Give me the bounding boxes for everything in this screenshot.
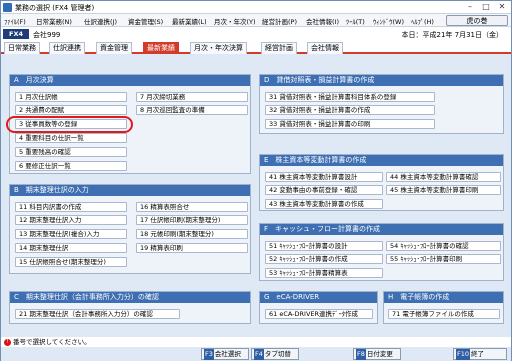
- item-41[interactable]: 41 株主資本等変動計算書設計: [265, 172, 383, 182]
- today-date: 本日：平成21年 7月31日（金）: [401, 31, 504, 39]
- menu-bar: ﾌｧｲﾙ(F) 日常業務(N) 仕訳連携(J) 資金管理(S) 最新業績(L) …: [1, 14, 511, 27]
- f8-date-change-button[interactable]: F8 日付変更: [353, 348, 401, 360]
- item-12[interactable]: 12 期末整理仕訳入力: [15, 215, 127, 225]
- minimize-icon[interactable]: –: [463, 2, 477, 12]
- window-title: 業務の選択 (FX4 管理者): [15, 4, 95, 12]
- item-7[interactable]: 7 月次締切業務: [136, 92, 248, 102]
- item-1[interactable]: 1 月次仕訳帳: [15, 92, 127, 102]
- section-g-header: G eCA-DRIVER: [260, 292, 377, 303]
- f4-label: タブ切替: [264, 350, 291, 358]
- f10-exit-button[interactable]: F10 終了: [453, 348, 507, 360]
- f3-key-label: F3: [204, 349, 214, 360]
- f3-company-select-button[interactable]: F3 会社選択: [201, 348, 249, 360]
- item-14[interactable]: 14 期末整理仕訳: [15, 243, 127, 253]
- menu-plan[interactable]: 経営計画(P): [262, 16, 297, 26]
- item-54[interactable]: 54 ｷｬｯｼｭ･ﾌﾛｰ計算書の確認: [386, 241, 501, 251]
- highlight-circle: [6, 116, 133, 133]
- menu-file[interactable]: ﾌｧｲﾙ(F): [4, 16, 26, 26]
- item-45[interactable]: 45 株主資本等変動計算書印刷: [386, 185, 501, 195]
- tab-bar: 日常業務 仕訳連携 資金管理 最新業績 月次・年次決算 経営計画 会社情報: [1, 41, 511, 54]
- item-32[interactable]: 32 貸借対照表・損益計算書の作成: [265, 105, 435, 115]
- item-71[interactable]: 71 電子帳簿ファイルの作成: [388, 309, 500, 319]
- function-key-bar: F3 会社選択 F4 タブ切替 F8 日付変更 F10 終了: [1, 347, 511, 361]
- item-43[interactable]: 43 株主資本等変動計算書の作成: [265, 199, 383, 209]
- section-h-header: H 電子帳簿の作成: [384, 292, 503, 303]
- tab-journal[interactable]: 仕訳連携: [49, 42, 85, 54]
- close-icon[interactable]: ✕: [495, 2, 509, 12]
- tab-company[interactable]: 会社情報: [307, 42, 343, 54]
- item-19[interactable]: 19 精算表印刷: [136, 243, 248, 253]
- menu-tools[interactable]: ﾂｰﾙ(T): [346, 16, 365, 26]
- section-c-office-entries: C 期末整理仕訳（会計事務所入力分）の確認: [9, 291, 251, 324]
- application-window: 業務の選択 (FX4 管理者) – □ ✕ ﾌｧｲﾙ(F) 日常業務(N) 仕訳…: [0, 0, 512, 361]
- section-a-header: A 月次決算: [10, 75, 250, 86]
- section-h-e-books: H 電子帳簿の作成: [383, 291, 504, 324]
- item-2[interactable]: 2 共通費の配賦: [15, 105, 127, 115]
- tora-no-maki-button[interactable]: 虎の巻: [446, 15, 508, 26]
- item-11[interactable]: 11 科目内訳書の作成: [15, 202, 127, 212]
- menu-window[interactable]: ｳｨﾝﾄﾞｳ(W): [373, 16, 404, 26]
- f3-label: 会社選択: [214, 350, 241, 358]
- maximize-icon[interactable]: □: [479, 2, 493, 12]
- title-bar: 業務の選択 (FX4 管理者) – □ ✕: [1, 1, 511, 14]
- item-55[interactable]: 55 ｷｬｯｼｭ･ﾌﾛｰ計算書印刷: [386, 254, 501, 264]
- f10-label: 終了: [471, 350, 485, 358]
- section-e-header: E 株主資本等変動計算書の作成: [260, 155, 503, 166]
- tab-funds[interactable]: 資金管理: [96, 42, 132, 54]
- item-13[interactable]: 13 期末整理仕訳(複合)入力: [15, 229, 127, 239]
- item-4[interactable]: 4 重要科目の仕訳一覧: [15, 133, 127, 143]
- tab-latest[interactable]: 最新業績: [143, 42, 179, 54]
- section-f-header: F キャッシュ・フロー計算書の作成: [260, 224, 503, 235]
- item-15[interactable]: 15 仕訳帳照合せ(期末整理分): [15, 257, 127, 267]
- section-d-header: D 貸借対照表・損益計算書の作成: [260, 75, 503, 86]
- item-31[interactable]: 31 貸借対照表・損益計算書科目体系の登録: [265, 92, 435, 102]
- item-18[interactable]: 18 元帳印刷(期末整理分): [136, 229, 248, 239]
- item-8[interactable]: 8 月次巡回監査の準備: [136, 105, 248, 115]
- section-b-header: B 期末整理仕訳の入力: [10, 185, 250, 196]
- menu-latest[interactable]: 最新業績(L): [172, 16, 207, 26]
- f8-label: 日付変更: [366, 350, 393, 358]
- menu-help[interactable]: ﾍﾙﾌﾟ(H): [411, 16, 434, 26]
- item-17[interactable]: 17 仕訳帳印刷(期末整理分): [136, 215, 248, 225]
- item-51[interactable]: 51 ｷｬｯｼｭ･ﾌﾛｰ計算書の設計: [265, 241, 383, 251]
- tab-monthly[interactable]: 月次・年次決算: [190, 42, 247, 54]
- menu-company[interactable]: 会社情報(I): [306, 16, 339, 26]
- item-21[interactable]: 21 期末整理仕訳（会計事務所入力分）の確認: [15, 309, 180, 319]
- f10-key-label: F10: [456, 349, 471, 360]
- company-name: 会社999: [33, 31, 61, 39]
- fx4-logo: FX4: [3, 29, 29, 39]
- tab-plan[interactable]: 経営計画: [261, 42, 297, 54]
- item-42[interactable]: 42 変動事由の事前登録・確認: [265, 185, 383, 195]
- section-c-header: C 期末整理仕訳（会計事務所入力分）の確認: [10, 292, 250, 303]
- item-52[interactable]: 52 ｷｬｯｼｭ･ﾌﾛｰ計算書の作成: [265, 254, 383, 264]
- section-g-eca-driver: G eCA-DRIVER: [259, 291, 378, 324]
- warning-icon: !: [4, 338, 11, 346]
- f4-tab-switch-button[interactable]: F4 タブ切替: [251, 348, 299, 360]
- f8-key-label: F8: [356, 349, 366, 360]
- item-44[interactable]: 44 株主資本等変動計算書確認: [386, 172, 501, 182]
- status-bar: ! 番号で選択してください。: [1, 337, 511, 347]
- item-16[interactable]: 16 精算表照合せ: [136, 202, 248, 212]
- app-icon: [3, 3, 12, 12]
- item-33[interactable]: 33 貸借対照表・損益計算書の印刷: [265, 119, 435, 129]
- item-5[interactable]: 5 重要残高の確認: [15, 147, 127, 157]
- status-message: 番号で選択してください。: [13, 338, 91, 346]
- menu-daily[interactable]: 日常業務(N): [36, 16, 72, 26]
- f4-key-label: F4: [254, 349, 264, 360]
- item-6[interactable]: 6 要修正仕訳一覧: [15, 161, 127, 171]
- tab-daily[interactable]: 日常業務: [4, 42, 40, 54]
- item-53[interactable]: 53 ｷｬｯｼｭ･ﾌﾛｰ計算書精算表: [265, 268, 383, 278]
- menu-journal[interactable]: 仕訳連携(J): [84, 16, 117, 26]
- menu-monthly[interactable]: 月次・年次(Y): [214, 16, 256, 26]
- item-61[interactable]: 61 eCA-DRIVER連携ﾃﾞｰﾀ作成: [265, 309, 373, 319]
- menu-funds[interactable]: 資金管理(S): [128, 16, 163, 26]
